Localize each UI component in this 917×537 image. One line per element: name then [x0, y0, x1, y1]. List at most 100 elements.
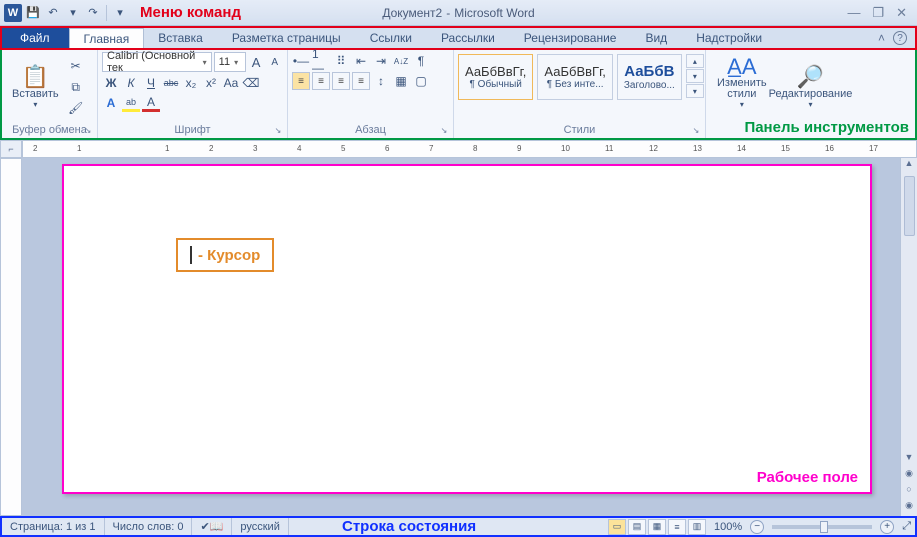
font-size-combo[interactable]: 11▾ — [214, 52, 246, 72]
numbering-icon[interactable]: 1— — [312, 52, 330, 70]
increase-indent-icon[interactable]: ⇥ — [372, 52, 390, 70]
tab-insert[interactable]: Вставка — [144, 28, 218, 48]
paragraph-launcher-icon[interactable]: ↘ — [439, 126, 449, 136]
title-separator: - — [446, 6, 450, 20]
tab-review[interactable]: Рецензирование — [510, 28, 632, 48]
undo-icon[interactable]: ↶ — [44, 4, 62, 22]
view-fullscreen-icon[interactable]: ▤ — [628, 519, 646, 535]
font-name-combo[interactable]: Calibri (Основной тек▾ — [102, 52, 212, 72]
scroll-up-icon[interactable]: ▲ — [905, 158, 914, 174]
multilevel-icon[interactable]: ⠿ — [332, 52, 350, 70]
styles-more-icon[interactable]: ▾ — [686, 84, 704, 98]
shading-icon[interactable]: ▦ — [392, 72, 410, 90]
horizontal-ruler[interactable]: 211234567891011121314151617 — [22, 140, 917, 158]
shrink-font-icon[interactable]: A — [266, 53, 283, 71]
clear-format-icon[interactable]: ⌫ — [242, 74, 260, 92]
show-marks-icon[interactable]: ¶ — [412, 52, 430, 70]
text-cursor-icon — [190, 246, 192, 264]
tab-page-layout[interactable]: Разметка страницы — [218, 28, 356, 48]
superscript-button[interactable]: x² — [202, 74, 220, 92]
status-proofing[interactable]: ✔📖 — [192, 518, 232, 535]
binoculars-icon: 🔎 — [797, 66, 824, 88]
justify-icon[interactable]: ≡ — [352, 72, 370, 90]
browse-object-icon[interactable]: ○ — [906, 484, 911, 500]
annotation-menu-label: Меню команд — [140, 4, 241, 21]
vertical-scrollbar[interactable]: ▲ ▼ ◉ ○ ◉ — [900, 158, 917, 516]
scroll-down-icon[interactable]: ▼ — [905, 452, 914, 468]
bullets-icon[interactable]: •— — [292, 52, 310, 70]
vertical-ruler[interactable] — [0, 158, 22, 516]
view-web-icon[interactable]: ▦ — [648, 519, 666, 535]
align-center-icon[interactable]: ≡ — [312, 72, 330, 90]
styles-up-icon[interactable]: ▴ — [686, 54, 704, 68]
help-icon[interactable]: ? — [893, 31, 907, 45]
tab-references[interactable]: Ссылки — [356, 28, 427, 48]
document-scroll-pane[interactable]: - Курсор Рабочее поле — [22, 158, 900, 516]
subscript-button[interactable]: x₂ — [182, 74, 200, 92]
tab-selector[interactable]: ⌐ — [0, 140, 22, 158]
decrease-indent-icon[interactable]: ⇤ — [352, 52, 370, 70]
grow-font-icon[interactable]: A — [248, 53, 265, 71]
zoom-out-button[interactable]: − — [750, 520, 764, 534]
text-effects-icon[interactable]: A — [102, 94, 120, 112]
align-right-icon[interactable]: ≡ — [332, 72, 350, 90]
clipboard-launcher-icon[interactable]: ↘ — [83, 126, 93, 136]
style-heading1[interactable]: АаБбВ Заголово... — [617, 54, 682, 100]
maximize-button[interactable]: ❐ — [872, 5, 884, 21]
line-spacing-icon[interactable]: ↕ — [372, 72, 390, 90]
zoom-in-button[interactable]: + — [880, 520, 894, 534]
highlight-color-icon[interactable]: ab — [122, 94, 140, 112]
find-button[interactable]: 🔎 Редактирование ▾ — [710, 52, 911, 122]
zoom-slider-knob[interactable] — [820, 521, 828, 533]
scroll-thumb[interactable] — [904, 176, 915, 236]
word-app-icon[interactable]: W — [4, 4, 22, 22]
next-page-icon[interactable]: ◉ — [905, 500, 913, 516]
zoom-fit-icon[interactable]: ⤢ — [902, 520, 911, 533]
redo-icon[interactable]: ↷ — [84, 4, 102, 22]
tab-view[interactable]: Вид — [631, 28, 682, 48]
sort-icon[interactable]: A↓Z — [392, 52, 410, 70]
status-word-count[interactable]: Число слов: 0 — [105, 518, 193, 535]
styles-launcher-icon[interactable]: ↘ — [691, 126, 701, 136]
zoom-slider[interactable] — [772, 525, 872, 529]
qat-customize-icon[interactable]: ▾ — [111, 4, 129, 22]
view-draft-icon[interactable]: ▥ — [688, 519, 706, 535]
align-left-icon[interactable]: ≡ — [292, 72, 310, 90]
change-case-button[interactable]: Aa — [222, 74, 240, 92]
font-launcher-icon[interactable]: ↘ — [273, 126, 283, 136]
style-normal[interactable]: АаБбВвГг, ¶ Обычный — [458, 54, 533, 100]
minimize-button[interactable]: — — [847, 5, 860, 21]
copy-icon[interactable]: ⧉ — [67, 78, 85, 96]
app-name: Microsoft Word — [454, 6, 534, 20]
close-button[interactable]: ✕ — [896, 5, 907, 21]
styles-gallery-scroll[interactable]: ▴ ▾ ▾ — [686, 54, 704, 98]
view-outline-icon[interactable]: ≡ — [668, 519, 686, 535]
underline-button[interactable]: Ч — [142, 74, 160, 92]
save-icon[interactable]: 💾 — [24, 4, 42, 22]
cut-icon[interactable]: ✂ — [67, 57, 85, 75]
status-page[interactable]: Страница: 1 из 1 — [2, 518, 105, 535]
ribbon-collapse-icon[interactable]: ˄ — [878, 31, 885, 45]
bold-button[interactable]: Ж — [102, 74, 120, 92]
undo-dropdown-icon[interactable]: ▾ — [64, 4, 82, 22]
document-page[interactable]: - Курсор Рабочее поле — [62, 164, 872, 494]
title-bar: W 💾 ↶ ▾ ↷ ▾ Меню команд Документ2 - Micr… — [0, 0, 917, 26]
prev-page-icon[interactable]: ◉ — [905, 468, 913, 484]
styles-down-icon[interactable]: ▾ — [686, 69, 704, 83]
paste-button[interactable]: 📋 Вставить ▾ — [6, 64, 65, 111]
format-painter-icon[interactable]: 🖌 — [67, 99, 85, 117]
status-language[interactable]: русский — [232, 518, 288, 535]
zoom-percent[interactable]: 100% — [714, 521, 742, 533]
tab-addins[interactable]: Надстройки — [682, 28, 777, 48]
style-no-spacing[interactable]: АаБбВвГг, ¶ Без инте... — [537, 54, 612, 100]
font-color-icon[interactable]: A — [142, 94, 160, 112]
tab-file[interactable]: Файл — [2, 28, 69, 48]
tab-home[interactable]: Главная — [69, 28, 145, 48]
italic-button[interactable]: К — [122, 74, 140, 92]
paste-label: Вставить — [12, 88, 59, 100]
borders-icon[interactable]: ▢ — [412, 72, 430, 90]
tab-mailings[interactable]: Рассылки — [427, 28, 510, 48]
group-styles-label: Стили↘ — [458, 122, 701, 138]
strike-button[interactable]: abc — [162, 74, 180, 92]
view-print-layout-icon[interactable]: ▭ — [608, 519, 626, 535]
